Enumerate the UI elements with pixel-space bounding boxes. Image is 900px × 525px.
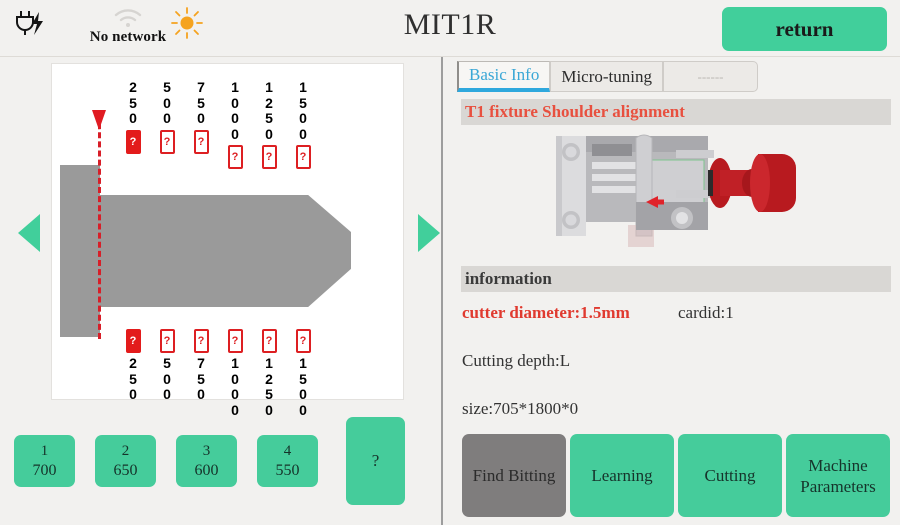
top-cut-position: 2 5 0? [116, 79, 150, 169]
cut-depth-unknown-badge[interactable]: ? [295, 329, 311, 353]
slot-button-4[interactable]: 4 550 [257, 435, 318, 487]
cut-position-value: 1500 [299, 79, 307, 142]
key-shoulder-shape [60, 165, 100, 337]
bottom-cut-position: ? 1 0 0 0 [218, 329, 252, 418]
tab-[interactable]: ------ [663, 61, 758, 92]
top-cut-positions: 2 5 0? 5 0 0? 7 5 0? 1 0 0 0? 1 2 5 0? 1 5 0 0? [116, 79, 320, 169]
right-panel: Basic Info Micro-tuning ------ T1 fixture … [443, 57, 900, 525]
return-button[interactable]: return [722, 7, 887, 51]
reference-line [98, 114, 101, 339]
cut-depth-unknown-badge[interactable]: ? [227, 145, 243, 169]
tab-micro-tuning[interactable]: Micro-tuning [550, 61, 663, 92]
top-cut-position: 1 2 5 0? [252, 79, 286, 169]
machine-parameters-button[interactable]: Machine Parameters [786, 434, 890, 517]
bottom-cut-positions: ? 2 5 0? 5 0 0? 7 5 0? 1 0 0 0? 1 2 5 0? 1 5 0 0 [116, 329, 320, 418]
app-root: No network MIT1R return 2 5 0 ? 5 0 0 ? … [0, 0, 900, 525]
tab-bar: Basic Info Micro-tuning ------ [457, 61, 758, 92]
key-cut-diagram: 2 5 0? 5 0 0? 7 5 0? 1 0 0 0? 1 2 5 0? 1 5 0 0? ? 2 5 0? 5 0 0? 7 5 0… [51, 63, 404, 417]
cut-position-value: 750 [197, 355, 205, 402]
slot-button-1[interactable]: 1 700 [14, 435, 75, 487]
bottom-cut-position: ? 1 5 0 0 [286, 329, 320, 418]
learning-button[interactable]: Learning [570, 434, 674, 517]
cut-depth-unknown-badge[interactable]: ? [261, 329, 277, 353]
fixture-title-header: T1 fixture Shoulder alignment [461, 99, 891, 125]
slot-button-2[interactable]: 2 650 [95, 435, 156, 487]
cut-depth-unknown-badge[interactable]: ? [295, 145, 311, 169]
cardid-value: cardid:1 [678, 303, 734, 322]
help-button[interactable]: ? [346, 417, 405, 505]
find-bitting-button[interactable]: Find Bitting [462, 434, 566, 517]
reference-line-marker [92, 110, 106, 130]
bottom-cut-position: ? 5 0 0 [150, 329, 184, 418]
slot-index: 4 [283, 443, 292, 459]
cutting-button[interactable]: Cutting [678, 434, 782, 517]
slot-index: 3 [202, 443, 211, 459]
cut-depth-unknown-badge[interactable]: ? [227, 329, 243, 353]
cut-depth-unknown-badge[interactable]: ? [159, 129, 175, 154]
cut-position-value: 250 [129, 355, 137, 402]
top-cut-position: 1 5 0 0? [286, 79, 320, 169]
cut-position-value: 1500 [299, 355, 307, 418]
cut-depth-unknown-badge[interactable]: ? [193, 129, 209, 154]
cut-depth-unknown-badge[interactable]: ? [159, 329, 175, 353]
cutter-diameter-value: cutter diameter:1.5mm [462, 303, 630, 322]
slot-button-row: 1 700 2 650 3 600 4 550 [14, 435, 318, 487]
slot-index: 1 [40, 443, 49, 459]
top-cut-position: 7 5 0? [184, 79, 218, 169]
cut-depth-unknown-badge[interactable]: ? [193, 329, 209, 353]
bottom-cut-position: ? 2 5 0 [116, 329, 150, 418]
top-cut-position: 5 0 0? [150, 79, 184, 169]
cut-depth-unknown-badge[interactable]: ? [125, 129, 141, 154]
cut-position-value: 1000 [231, 79, 239, 142]
status-bar: No network MIT1R return [0, 0, 900, 57]
top-cut-position: 1 0 0 0? [218, 79, 252, 169]
slot-value: 550 [275, 462, 300, 479]
cut-position-value: 750 [197, 79, 205, 126]
cut-position-value: 250 [129, 79, 137, 126]
arrow-left-icon[interactable] [18, 214, 40, 252]
slot-value: 700 [32, 462, 57, 479]
cut-position-value: 1250 [265, 355, 273, 418]
fixture-clamp-3d-render [548, 130, 818, 255]
tab-basic-info[interactable]: Basic Info [457, 61, 551, 92]
slot-button-3[interactable]: 3 600 [176, 435, 237, 487]
left-panel: 2 5 0? 5 0 0? 7 5 0? 1 0 0 0? 1 2 5 0? 1 5 0 0? ? 2 5 0? 5 0 0? 7 5 0… [0, 57, 441, 525]
arrow-right-icon[interactable] [418, 214, 440, 252]
cut-position-value: 500 [163, 79, 171, 126]
slot-index: 2 [121, 443, 130, 459]
slot-value: 650 [113, 462, 138, 479]
key-blade-shape [99, 195, 351, 307]
cutting-depth-value: Cutting depth:L [462, 351, 571, 370]
bottom-cut-position: ? 7 5 0 [184, 329, 218, 418]
cut-depth-unknown-badge[interactable]: ? [125, 329, 141, 353]
information-header: information [461, 266, 891, 292]
cut-position-value: 1250 [265, 79, 273, 142]
cut-position-value: 500 [163, 355, 171, 402]
slot-value: 600 [194, 462, 219, 479]
cut-position-value: 1000 [231, 355, 239, 418]
action-button-row: Find Bitting Learning Cutting Machine Param… [462, 434, 890, 517]
cut-depth-unknown-badge[interactable]: ? [261, 145, 277, 169]
bottom-cut-position: ? 1 2 5 0 [252, 329, 286, 418]
size-value: size:705*1800*0 [462, 399, 579, 418]
